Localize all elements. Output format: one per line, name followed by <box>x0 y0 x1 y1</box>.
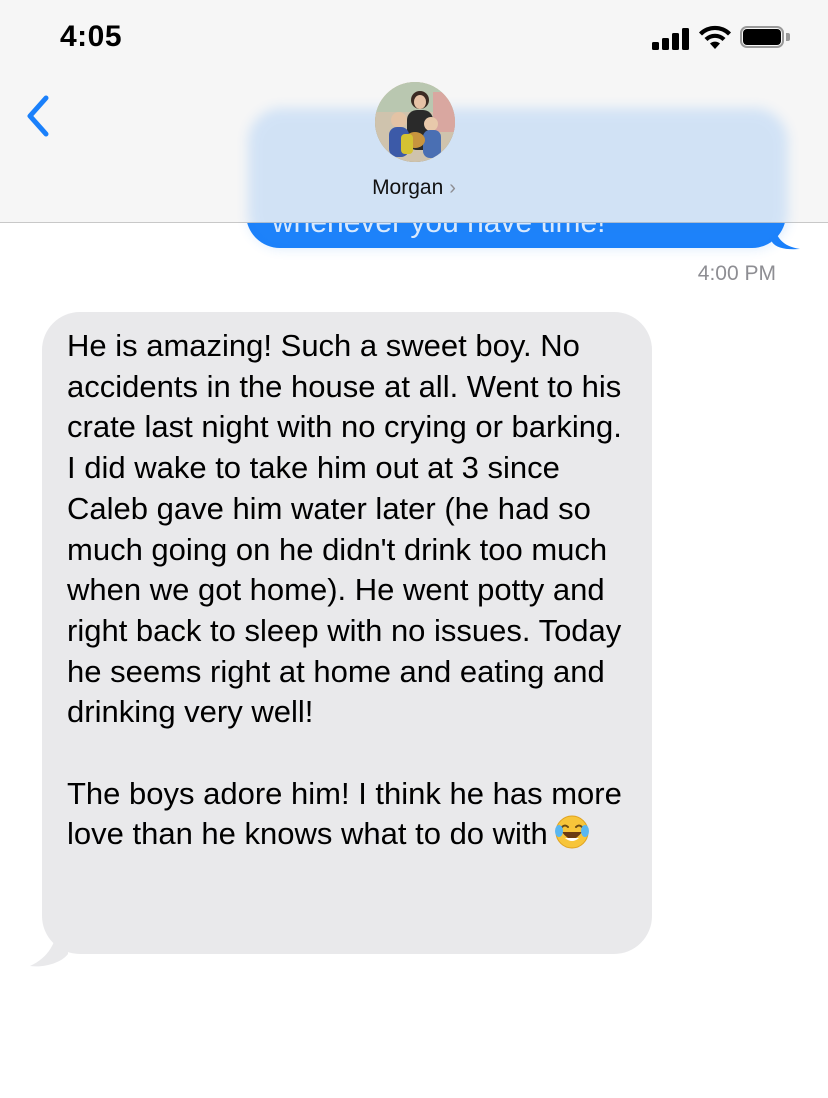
chevron-right-icon: › <box>449 177 456 199</box>
status-time: 4:05 <box>60 20 123 53</box>
avatar-photo <box>375 82 455 162</box>
contact-name-button[interactable]: Morgan › <box>0 176 828 200</box>
laughing-tears-emoji-icon <box>554 815 589 849</box>
incoming-message-body: He is amazing! Such a sweet boy. No acci… <box>67 328 622 852</box>
incoming-message-text: He is amazing! Such a sweet boy. No acci… <box>67 326 637 855</box>
back-chevron-icon[interactable] <box>20 92 60 142</box>
cellular-signal-icon <box>652 28 692 50</box>
battery-icon <box>740 26 792 50</box>
contact-avatar[interactable] <box>375 82 455 162</box>
status-bar: 4:05 <box>0 0 828 80</box>
message-timestamp: 4:00 PM <box>697 262 776 285</box>
contact-name: Morgan <box>372 176 444 199</box>
wifi-icon <box>699 25 731 49</box>
